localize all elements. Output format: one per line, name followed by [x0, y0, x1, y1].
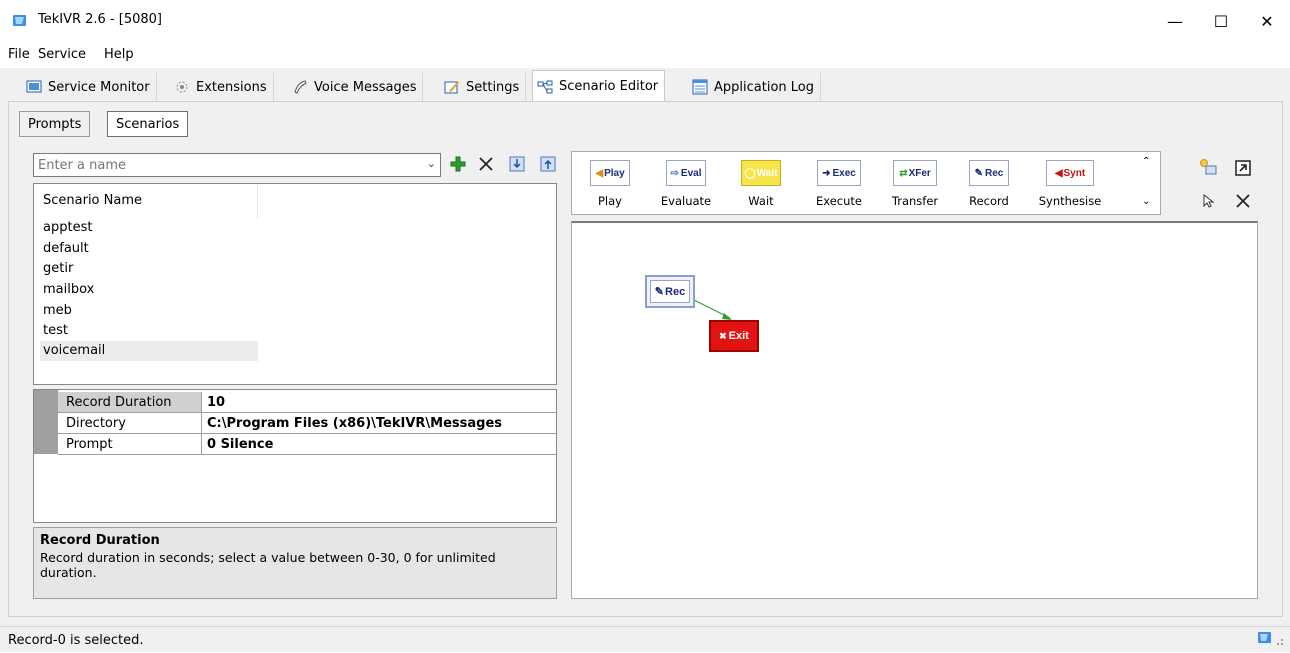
help-title: Record Duration — [40, 533, 160, 548]
palette-transfer-button[interactable]: ⇄ XFer — [893, 160, 937, 186]
palette-synthesise-button[interactable]: ◀ Synt — [1046, 160, 1094, 186]
tab-label: Scenario Editor — [559, 79, 659, 94]
scenario-name-combo[interactable]: ⌄ — [33, 153, 441, 177]
rec-node-inner: ✎ Rec — [650, 280, 690, 303]
resize-grip-icon[interactable] — [1256, 630, 1286, 650]
wait-icon: ◯ — [744, 167, 756, 179]
palette-label: Execute — [816, 194, 862, 208]
chevron-down-icon[interactable]: ⌄ — [1142, 196, 1150, 207]
transfer-icon: ⇄ — [899, 167, 908, 179]
tab-label: Settings — [466, 79, 520, 95]
export-icon[interactable] — [537, 153, 559, 175]
scenario-name-column-header[interactable]: Scenario Name — [34, 184, 258, 218]
exit-node[interactable]: ✖ Exit — [709, 320, 759, 352]
tab-extensions[interactable]: Extensions — [170, 73, 274, 101]
list-item[interactable]: default — [40, 239, 258, 259]
list-item[interactable]: meb — [40, 301, 258, 321]
list-item[interactable]: test — [40, 321, 258, 341]
property-grid-gutter — [34, 390, 58, 454]
title-bar — [0, 0, 1290, 42]
help-text: Record duration in seconds; select a val… — [40, 550, 496, 580]
list-item[interactable]: mailbox — [40, 280, 258, 300]
monitor-icon — [26, 79, 42, 95]
property-value[interactable]: 0 Silence — [204, 434, 273, 454]
subtab-scenarios[interactable]: Scenarios — [107, 111, 189, 137]
tab-scenario-editor[interactable]: Scenario Editor — [532, 70, 666, 102]
property-row[interactable]: Prompt 0 Silence — [58, 434, 556, 455]
evaluate-icon: ⇨ — [670, 167, 679, 179]
subtab-prompts[interactable]: Prompts — [19, 111, 91, 137]
menu-bar — [0, 42, 1290, 68]
close-button[interactable]: ✕ — [1244, 0, 1290, 42]
property-grid[interactable]: Record Duration 10 Directory C:\Program … — [33, 389, 557, 523]
extensions-icon — [174, 79, 190, 95]
property-row[interactable]: Record Duration 10 — [58, 392, 556, 413]
chevron-up-icon[interactable]: ⌃ — [1142, 156, 1150, 167]
scenario-list[interactable]: Scenario Name apptest default getir mail… — [33, 183, 557, 385]
settings-icon — [444, 79, 460, 95]
delete-node-icon[interactable] — [1233, 191, 1253, 211]
synthesise-icon: ◀ — [1054, 167, 1063, 179]
app-icon — [12, 12, 28, 28]
status-text: Record-0 is selected. — [8, 633, 144, 648]
action-palette: ◀ Play Play ⇨ Eval Evaluate ◯ Wait Wait ➜ Ex… — [571, 151, 1161, 215]
status-bar: Record-0 is selected. — [0, 626, 1290, 652]
palette-execute-button[interactable]: ➜ Exec — [817, 160, 861, 186]
minimize-button[interactable]: — — [1152, 0, 1198, 42]
palette-label: Play — [598, 194, 622, 208]
palette-label: Synthesise — [1038, 194, 1102, 208]
property-name: Directory — [58, 413, 202, 433]
record-icon: ✎ — [974, 167, 984, 179]
rec-node[interactable]: ✎ Rec — [645, 275, 695, 308]
record-icon: ✎ — [654, 286, 665, 298]
tab-label: Service Monitor — [48, 79, 150, 95]
tab-application-log[interactable]: Application Log — [688, 73, 821, 101]
tab-label: Application Log — [714, 79, 814, 95]
tab-label: Extensions — [196, 79, 267, 95]
list-item-selected[interactable]: voicemail — [40, 341, 258, 361]
property-name: Prompt — [58, 434, 202, 454]
open-external-icon[interactable] — [1233, 158, 1253, 178]
palette-wait-button[interactable]: ◯ Wait — [741, 160, 781, 186]
play-icon: ◀ — [595, 167, 604, 179]
menu-file[interactable]: File — [8, 47, 30, 62]
list-item[interactable]: apptest — [40, 218, 258, 238]
scenario-name-input[interactable] — [36, 156, 416, 174]
property-name: Record Duration — [58, 392, 202, 412]
window-title: TekIVR 2.6 - [5080] — [38, 12, 163, 27]
menu-help[interactable]: Help — [104, 47, 134, 62]
tab-voice-messages[interactable]: Voice Messages — [288, 73, 424, 101]
palette-label: Record — [969, 194, 1009, 208]
property-row[interactable]: Directory C:\Program Files (x86)\TekIVR\… — [58, 413, 556, 434]
palette-evaluate-button[interactable]: ⇨ Eval — [666, 160, 706, 186]
application-log-icon — [692, 79, 708, 95]
chevron-down-icon[interactable]: ⌄ — [427, 157, 436, 170]
property-value[interactable]: C:\Program Files (x86)\TekIVR\Messages — [204, 413, 502, 433]
palette-play-button[interactable]: ◀ Play — [590, 160, 630, 186]
palette-record-button[interactable]: ✎ Rec — [969, 160, 1009, 186]
palette-label: Wait — [748, 194, 774, 208]
exit-icon: ✖ — [719, 330, 727, 341]
palette-label: Transfer — [891, 194, 939, 208]
property-value[interactable]: 10 — [204, 392, 225, 412]
voice-messages-icon — [292, 79, 308, 95]
tab-label: Voice Messages — [314, 79, 417, 95]
palette-label: Evaluate — [660, 194, 712, 208]
pointer-icon[interactable] — [1198, 191, 1218, 211]
scenario-editor-icon — [537, 79, 553, 95]
tab-service-monitor[interactable]: Service Monitor — [22, 73, 157, 101]
tab-settings[interactable]: Settings — [440, 73, 527, 101]
list-item[interactable]: getir — [40, 259, 258, 279]
new-node-icon[interactable] — [1198, 157, 1218, 177]
import-icon[interactable] — [506, 153, 528, 175]
execute-icon: ➜ — [822, 167, 831, 179]
property-help-box: Record Duration Record duration in secon… — [33, 527, 557, 599]
maximize-button[interactable]: ☐ — [1198, 0, 1244, 42]
menu-service[interactable]: Service — [38, 47, 86, 62]
add-icon[interactable] — [447, 153, 469, 175]
delete-icon[interactable] — [475, 153, 497, 175]
